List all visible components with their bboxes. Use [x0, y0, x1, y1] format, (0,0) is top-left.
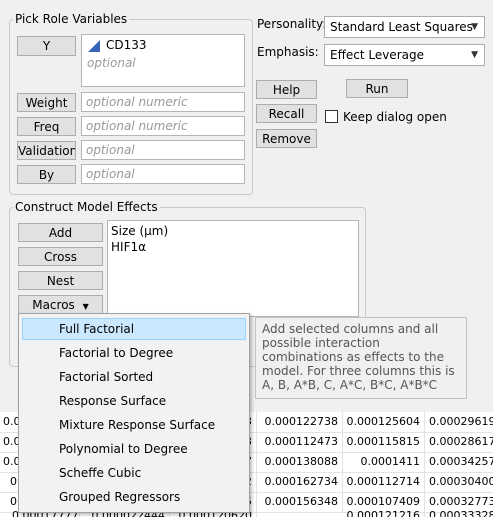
- emphasis-label: Emphasis:: [257, 45, 319, 59]
- table-cell: 0.00033328: [429, 509, 493, 517]
- by-role-field[interactable]: optional: [81, 164, 245, 184]
- menu-item-polynomial-to-degree[interactable]: Polynomial to Degree: [22, 438, 246, 460]
- y-role-button[interactable]: Y: [17, 36, 76, 56]
- table-cell: 0.000121216: [343, 506, 425, 517]
- keep-dialog-open-label[interactable]: Keep dialog open: [343, 110, 447, 124]
- remove-button[interactable]: Remove: [256, 129, 317, 148]
- table-cell: 0.000125604: [343, 412, 425, 432]
- y-role-list[interactable]: CD133 optional: [81, 34, 245, 87]
- construct-model-effects-title: Construct Model Effects: [13, 200, 160, 214]
- table-cell: 0.000115815: [343, 432, 425, 452]
- cross-effect-button[interactable]: Cross: [18, 247, 103, 266]
- y-column-name: CD133: [106, 38, 147, 52]
- keep-dialog-open-checkbox[interactable]: [325, 110, 338, 123]
- model-effects-list[interactable]: Size (µm) HIF1α: [107, 220, 359, 317]
- chevron-down-icon: ▼: [471, 50, 478, 60]
- table-cell: 0.0001411: [343, 452, 425, 472]
- menu-item-scheffe-cubic[interactable]: Scheffe Cubic: [22, 462, 246, 484]
- table-cell: 0.00030400: [429, 475, 493, 488]
- macros-button[interactable]: Macros ▼: [18, 295, 103, 314]
- triangle-down-icon: ▼: [82, 302, 89, 311]
- pick-role-variables-title: Pick Role Variables: [13, 12, 130, 26]
- freq-role-button[interactable]: Freq: [17, 117, 76, 136]
- menu-item-response-surface[interactable]: Response Surface: [22, 390, 246, 412]
- table-cell: 0.000112714: [343, 472, 425, 492]
- validation-role-field[interactable]: optional: [81, 140, 245, 160]
- table-cell: 0.00029619: [429, 415, 493, 428]
- effect-item[interactable]: HIF1α: [111, 240, 146, 254]
- continuous-column-icon: [88, 40, 100, 52]
- menu-item-factorial-sorted[interactable]: Factorial Sorted: [22, 366, 246, 388]
- help-button[interactable]: Help: [256, 80, 317, 99]
- personality-value: Standard Least Squares: [330, 20, 473, 34]
- recall-button[interactable]: Recall: [256, 104, 317, 123]
- menu-item-mixture-response-surface[interactable]: Mixture Response Surface: [22, 414, 246, 436]
- personality-select[interactable]: Standard Least Squares ▼: [324, 16, 485, 38]
- validation-role-button[interactable]: Validation: [17, 141, 76, 160]
- menu-item-full-factorial[interactable]: Full Factorial: [22, 318, 246, 340]
- table-cell: 0.00034257: [429, 455, 493, 468]
- personality-label: Personality:: [257, 17, 327, 31]
- weight-role-field[interactable]: optional numeric: [81, 92, 245, 112]
- by-role-button[interactable]: By: [17, 165, 76, 184]
- freq-role-field[interactable]: optional numeric: [81, 116, 245, 136]
- weight-role-button[interactable]: Weight: [17, 93, 76, 112]
- chevron-down-icon: ▼: [471, 22, 478, 32]
- y-optional-hint: optional: [87, 56, 136, 70]
- add-effect-button[interactable]: Add: [18, 223, 103, 242]
- macros-button-label: Macros: [32, 298, 75, 312]
- table-cell: 0.000112473: [257, 432, 343, 452]
- emphasis-value: Effect Leverage: [330, 48, 424, 62]
- nest-effect-button[interactable]: Nest: [18, 271, 103, 290]
- emphasis-select[interactable]: Effect Leverage ▼: [324, 44, 485, 66]
- table-cell: 0.000138088: [257, 452, 343, 472]
- table-cell: 0.000122738: [257, 412, 343, 432]
- effect-item[interactable]: Size (µm): [111, 224, 168, 238]
- full-factorial-tooltip: Add selected columns and all possible in…: [255, 317, 467, 399]
- menu-item-factorial-to-degree[interactable]: Factorial to Degree: [22, 342, 246, 364]
- table-cell: 0.00028617: [429, 435, 493, 448]
- menu-item-grouped-regressors[interactable]: Grouped Regressors: [22, 486, 246, 508]
- table-cell: 0.000162734: [257, 472, 343, 492]
- macros-menu: Full Factorial Factorial to Degree Facto…: [18, 313, 250, 513]
- run-button[interactable]: Run: [346, 79, 408, 98]
- table-cell: 0.000156348: [257, 492, 343, 512]
